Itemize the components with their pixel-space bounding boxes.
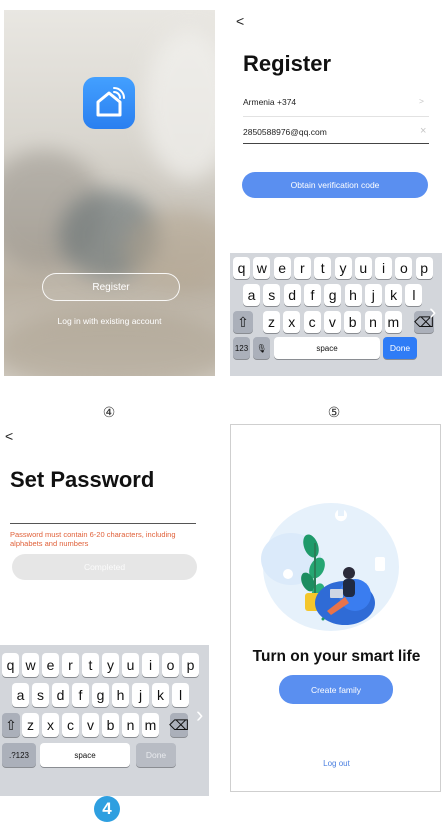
microphone-icon[interactable]: 🎙 xyxy=(253,337,270,359)
obtain-code-button[interactable]: Obtain verification code xyxy=(242,172,428,198)
key-n[interactable]: n xyxy=(122,713,139,737)
key-a[interactable]: a xyxy=(12,683,29,707)
key-d[interactable]: d xyxy=(52,683,69,707)
shift-key[interactable]: ⇧ xyxy=(233,311,253,333)
key-e[interactable]: e xyxy=(273,257,291,279)
key-l[interactable]: l xyxy=(172,683,189,707)
app-logo xyxy=(83,77,135,129)
set-password-screen: < Set Password Password must contain 6-2… xyxy=(0,424,209,796)
step-number-5: ⑤ xyxy=(327,405,341,421)
space-key[interactable]: space xyxy=(274,337,380,359)
key-y[interactable]: y xyxy=(102,653,119,677)
key-q[interactable]: q xyxy=(233,257,250,279)
key-j[interactable]: j xyxy=(132,683,149,707)
key-z[interactable]: z xyxy=(22,713,39,737)
chevron-right-icon[interactable]: › xyxy=(429,299,436,325)
keyboard: q w e r t y u i o p a s d f g h j k l ⇧ z x c v b n m ⌫ 123 🎙 space Don… xyxy=(230,253,442,376)
key-f[interactable]: f xyxy=(72,683,89,707)
key-a[interactable]: a xyxy=(243,284,260,306)
key-b[interactable]: b xyxy=(344,311,362,333)
step-badge: 4 xyxy=(94,796,120,822)
numbers-key[interactable]: .?123 xyxy=(2,743,36,767)
key-v[interactable]: v xyxy=(323,311,341,333)
key-t[interactable]: t xyxy=(314,257,332,279)
completed-button[interactable]: Completed xyxy=(12,554,197,580)
key-s[interactable]: s xyxy=(32,683,49,707)
create-family-button[interactable]: Create family xyxy=(279,675,393,704)
key-h[interactable]: h xyxy=(112,683,129,707)
key-j[interactable]: j xyxy=(364,284,382,306)
key-p[interactable]: p xyxy=(182,653,199,677)
key-q[interactable]: q xyxy=(2,653,19,677)
home-wifi-icon xyxy=(96,87,125,117)
keyboard: q w e r t y u i o p a s d f g h j k l ⇧ z x c v b n m ⌫ .?123 space Do… xyxy=(0,645,209,796)
step-number-4: ④ xyxy=(102,405,116,421)
key-u[interactable]: u xyxy=(354,257,372,279)
page-title: Register xyxy=(243,51,332,76)
key-d[interactable]: d xyxy=(283,284,301,306)
key-k[interactable]: k xyxy=(385,284,403,306)
key-f[interactable]: f xyxy=(303,284,321,306)
key-l[interactable]: l xyxy=(405,284,423,306)
register-button[interactable]: Register xyxy=(42,273,180,301)
key-i[interactable]: i xyxy=(375,257,393,279)
splash-screen: Register Log in with existing account xyxy=(4,10,215,376)
key-s[interactable]: s xyxy=(263,284,281,306)
back-button[interactable]: < xyxy=(236,13,244,29)
key-m[interactable]: m xyxy=(384,311,402,333)
key-g[interactable]: g xyxy=(324,284,342,306)
email-field[interactable]: 2850588976@qq.com xyxy=(243,127,327,137)
page-heading: Turn on your smart life xyxy=(252,648,421,665)
country-selector[interactable]: Armenia +374 xyxy=(243,97,296,107)
key-m[interactable]: m xyxy=(142,713,159,737)
key-p[interactable]: p xyxy=(415,257,433,279)
key-x[interactable]: x xyxy=(42,713,59,737)
key-o[interactable]: o xyxy=(162,653,179,677)
key-h[interactable]: h xyxy=(344,284,362,306)
key-o[interactable]: o xyxy=(395,257,413,279)
space-key[interactable]: space xyxy=(40,743,130,767)
key-e[interactable]: e xyxy=(42,653,59,677)
key-n[interactable]: n xyxy=(364,311,382,333)
key-k[interactable]: k xyxy=(152,683,169,707)
key-r[interactable]: r xyxy=(293,257,311,279)
key-v[interactable]: v xyxy=(82,713,99,737)
chevron-right-icon: > xyxy=(419,96,424,106)
key-g[interactable]: g xyxy=(92,683,109,707)
create-family-screen: Turn on your smart life Create family Lo… xyxy=(230,424,441,792)
key-b[interactable]: b xyxy=(102,713,119,737)
password-hint: Password must contain 6-20 characters, i… xyxy=(10,530,176,548)
key-y[interactable]: y xyxy=(334,257,352,279)
illustration xyxy=(261,503,399,631)
clear-icon[interactable]: × xyxy=(420,125,426,137)
key-z[interactable]: z xyxy=(263,311,280,333)
register-screen: < Register Armenia +374 > 2850588976@qq.… xyxy=(230,10,442,376)
numbers-key[interactable]: 123 xyxy=(233,337,250,359)
chevron-right-icon[interactable]: › xyxy=(196,702,203,728)
shift-key[interactable]: ⇧ xyxy=(2,713,20,737)
key-w[interactable]: w xyxy=(22,653,39,677)
done-key[interactable]: Done xyxy=(136,743,176,767)
key-r[interactable]: r xyxy=(62,653,79,677)
key-c[interactable]: c xyxy=(303,311,321,333)
key-c[interactable]: c xyxy=(62,713,79,737)
key-x[interactable]: x xyxy=(283,311,301,333)
login-existing-link[interactable]: Log in with existing account xyxy=(4,316,215,326)
page-title: Set Password xyxy=(10,467,155,492)
delete-key[interactable]: ⌫ xyxy=(169,713,189,737)
logout-link[interactable]: Log out xyxy=(231,759,440,768)
back-button[interactable]: < xyxy=(5,428,13,444)
key-w[interactable]: w xyxy=(253,257,271,279)
key-t[interactable]: t xyxy=(82,653,99,677)
key-u[interactable]: u xyxy=(122,653,139,677)
key-i[interactable]: i xyxy=(142,653,159,677)
done-key[interactable]: Done xyxy=(383,337,417,359)
